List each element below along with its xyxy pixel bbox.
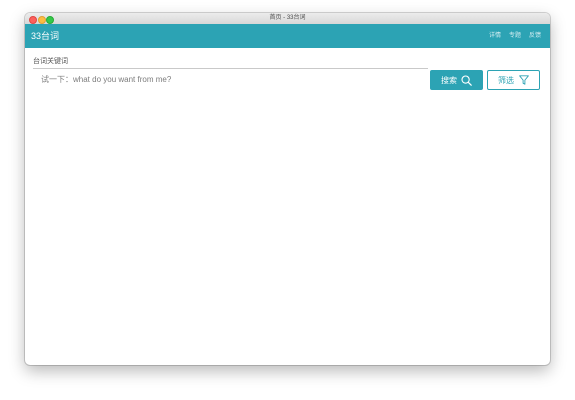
main-content: 台词关键词 搜索 筛选 [25, 48, 550, 365]
filter-button-label: 筛选 [498, 75, 514, 85]
search-input[interactable] [33, 68, 428, 90]
nav-item-feedback[interactable]: 反馈 [529, 24, 541, 48]
filter-icon [519, 75, 529, 85]
search-icon [461, 74, 472, 86]
app-header: 33台词 详情 专题 反馈 [25, 24, 550, 48]
filter-button[interactable]: 筛选 [487, 70, 540, 90]
search-label: 台词关键词 [33, 58, 68, 65]
header-nav: 详情 专题 反馈 [489, 24, 541, 48]
brand-logo[interactable]: 33台词 [31, 24, 59, 48]
nav-item-topics[interactable]: 专题 [509, 24, 521, 48]
app-window: 首页 - 33台词 33台词 详情 专题 反馈 台词关键词 搜索 筛选 [25, 13, 550, 365]
nav-item-details[interactable]: 详情 [489, 24, 501, 48]
search-button-label: 搜索 [441, 75, 457, 85]
window-title: 首页 - 33台词 [269, 15, 306, 21]
search-button[interactable]: 搜索 [430, 70, 483, 90]
